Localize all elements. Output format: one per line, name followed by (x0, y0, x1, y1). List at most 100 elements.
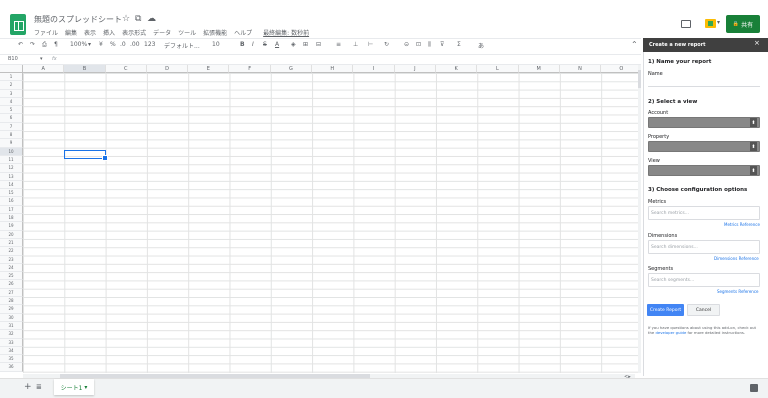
row-header[interactable]: 32 (0, 330, 23, 339)
filter-icon[interactable]: ⊽ (440, 41, 444, 48)
metrics-reference-link[interactable]: Metrics Reference (724, 222, 760, 227)
add-sheet-icon[interactable]: + (24, 382, 32, 392)
redo-icon[interactable]: ↷ (30, 41, 35, 48)
insert-comment-icon[interactable]: ⊡ (416, 41, 421, 48)
property-select[interactable]: ⬍ (648, 141, 760, 152)
row-header[interactable]: 4 (0, 97, 23, 107)
chevron-down-icon[interactable]: ▾ (88, 41, 91, 48)
vertical-scrollbar-thumb[interactable] (638, 70, 641, 88)
row-header[interactable]: 20 (0, 230, 23, 239)
selected-cell[interactable] (64, 150, 108, 161)
spreadsheet-grid[interactable]: A B C D E F G H I J K L M N O 1 2 3 4 5 … (0, 65, 638, 373)
row-header[interactable]: 24 (0, 263, 23, 273)
bold-button[interactable]: B (240, 41, 245, 48)
row-header[interactable]: 11 (0, 155, 23, 165)
row-header[interactable]: 7 (0, 122, 23, 132)
insert-link-icon[interactable]: ⊝ (404, 41, 409, 48)
insert-chart-icon[interactable]: ⫼ (428, 41, 431, 49)
text-wrap-icon[interactable]: ⊢ (368, 41, 373, 48)
column-header[interactable]: D (146, 65, 189, 73)
column-header[interactable]: A (23, 65, 65, 73)
column-header[interactable]: L (477, 65, 519, 73)
row-header[interactable]: 8 (0, 131, 23, 140)
column-header[interactable]: N (559, 65, 602, 73)
row-header[interactable]: 28 (0, 297, 23, 306)
menu-view[interactable]: 表示 (84, 28, 96, 37)
paint-format-icon[interactable]: ¶ (54, 41, 58, 48)
column-header[interactable]: F (229, 65, 271, 73)
column-header[interactable]: J (394, 65, 436, 73)
column-header[interactable]: M (518, 65, 560, 73)
row-header[interactable]: 6 (0, 114, 23, 123)
select-all-corner[interactable] (0, 65, 23, 73)
menu-format[interactable]: 表示形式 (122, 28, 146, 37)
row-header[interactable]: 31 (0, 321, 23, 331)
row-header[interactable]: 12 (0, 164, 23, 173)
font-select[interactable]: デフォルト... (164, 41, 200, 50)
column-header[interactable]: G (270, 65, 313, 73)
row-header[interactable]: 19 (0, 222, 23, 231)
percent-button[interactable]: % (110, 41, 116, 48)
column-header[interactable]: I (353, 65, 395, 73)
metrics-input[interactable]: Search metrics... (648, 206, 760, 220)
column-header-selected[interactable]: B (64, 65, 106, 73)
side-panel-toggle-icon[interactable] (750, 384, 758, 392)
row-header[interactable]: 15 (0, 189, 23, 198)
row-header[interactable]: 2 (0, 81, 23, 90)
dimensions-input[interactable]: Search dimensions... (648, 240, 760, 254)
strikethrough-button[interactable]: S (263, 41, 267, 48)
vertical-align-icon[interactable]: ⊥ (353, 41, 358, 48)
text-color-button[interactable]: A (275, 41, 279, 48)
row-header[interactable]: 35 (0, 355, 23, 364)
menu-data[interactable]: データ (153, 28, 171, 37)
comment-history-icon[interactable] (681, 20, 691, 28)
horizontal-align-icon[interactable]: ≡ (336, 41, 341, 48)
segments-input[interactable]: Search segments... (648, 273, 760, 287)
report-name-input[interactable] (648, 78, 760, 87)
row-header[interactable]: 30 (0, 313, 23, 322)
row-header[interactable]: 16 (0, 197, 23, 206)
column-header[interactable]: H (312, 65, 354, 73)
cancel-button[interactable]: Cancel (687, 304, 720, 316)
chevron-down-icon[interactable]: ▾ (84, 384, 87, 391)
chevron-down-icon[interactable]: ▾ (717, 19, 720, 26)
row-header-selected[interactable]: 10 (0, 147, 23, 156)
zoom-select[interactable]: 100% (70, 41, 87, 48)
account-select[interactable]: ⬍ (648, 117, 760, 128)
column-header[interactable]: C (105, 65, 147, 73)
close-icon[interactable]: × (754, 39, 760, 47)
column-header[interactable]: K (435, 65, 478, 73)
row-header[interactable]: 29 (0, 305, 23, 314)
sheets-logo[interactable] (10, 14, 26, 35)
row-header[interactable]: 3 (0, 89, 23, 98)
collapse-menus-icon[interactable]: ⌃ (631, 40, 638, 49)
row-header[interactable]: 17 (0, 205, 23, 215)
document-title[interactable]: 無題のスプレッドシート (34, 14, 122, 25)
last-edit-link[interactable]: 最終編集: 数秒前 (263, 28, 309, 37)
row-header[interactable]: 13 (0, 172, 23, 181)
column-header[interactable]: O (601, 65, 638, 73)
meet-icon[interactable] (705, 19, 716, 28)
italic-button[interactable]: I (252, 41, 254, 48)
segments-reference-link[interactable]: Segments Reference (717, 289, 759, 294)
undo-icon[interactable]: ↶ (18, 41, 23, 48)
menu-tools[interactable]: ツール (178, 28, 196, 37)
row-header[interactable]: 23 (0, 255, 23, 264)
cell-area[interactable] (23, 73, 638, 373)
all-sheets-icon[interactable]: ≣ (36, 383, 42, 391)
dimensions-reference-link[interactable]: Dimensions Reference (714, 256, 759, 261)
formula-input[interactable] (64, 55, 634, 64)
borders-icon[interactable]: ⊞ (303, 41, 308, 48)
functions-icon[interactable]: Σ (457, 41, 461, 48)
column-header[interactable]: E (188, 65, 230, 73)
row-header[interactable]: 21 (0, 238, 23, 248)
row-header[interactable]: 25 (0, 272, 23, 281)
view-select[interactable]: ⬍ (648, 165, 760, 176)
row-header[interactable]: 9 (0, 139, 23, 148)
row-header[interactable]: 36 (0, 363, 23, 372)
row-header[interactable]: 14 (0, 180, 23, 190)
currency-button[interactable]: ¥ (99, 41, 103, 48)
menu-edit[interactable]: 編集 (65, 28, 77, 37)
more-formats-button[interactable]: 123 (144, 41, 155, 48)
row-header[interactable]: 5 (0, 106, 23, 115)
